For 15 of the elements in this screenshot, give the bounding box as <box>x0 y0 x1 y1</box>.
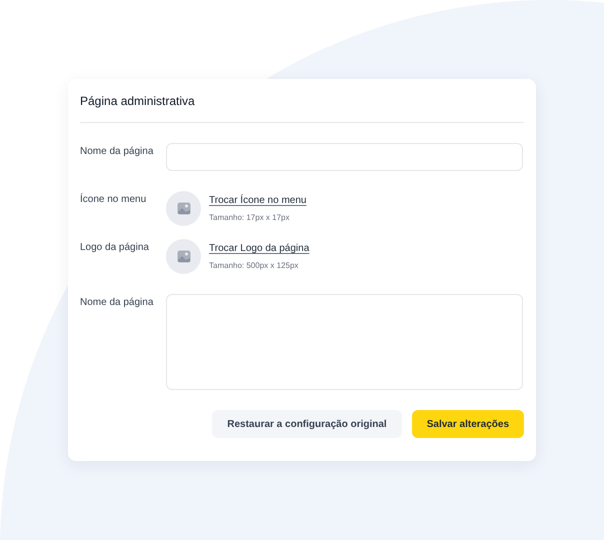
size-hint: Tamanho: 500px x 125px <box>209 260 300 272</box>
card-title: Página administrativa <box>80 93 196 108</box>
save-button[interactable]: Salvar alterações <box>412 410 524 438</box>
text-area[interactable] <box>166 294 523 390</box>
field-label: Logo da página <box>80 241 150 255</box>
change-image-link[interactable]: Trocar Ícone no menu <box>209 193 306 208</box>
restore-button[interactable]: Restaurar a configuração original <box>212 410 402 438</box>
field-label: Nome da página <box>80 296 154 310</box>
field-label: Ícone no menu <box>80 192 148 207</box>
image-icon <box>176 250 190 263</box>
change-image-link[interactable]: Trocar Logo da página <box>209 241 310 256</box>
text-field[interactable] <box>166 143 523 171</box>
field-label: Nome da página <box>80 145 154 159</box>
image-icon <box>176 202 190 215</box>
size-hint: Tamanho: 17px x 17px <box>209 212 290 224</box>
